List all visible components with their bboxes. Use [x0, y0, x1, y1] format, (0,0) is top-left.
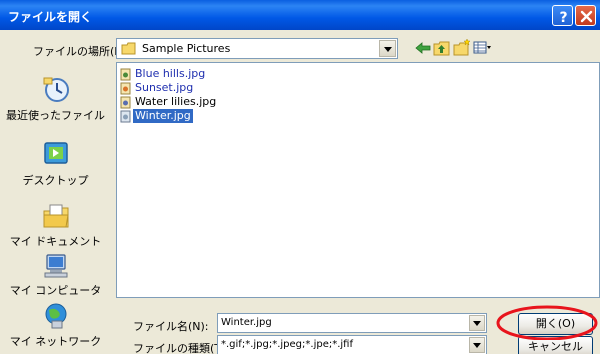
image-file-icon — [120, 110, 131, 123]
filetype-value: *.gif;*.jpg;*.jpeg;*.jpe;*.jfif — [221, 339, 353, 350]
look-in-label: ファイルの場所(I): — [33, 45, 126, 58]
title-bar: ファイルを開く ? — [0, 0, 600, 30]
help-button[interactable]: ? — [552, 5, 573, 26]
filename-input[interactable]: Winter.jpg — [217, 313, 487, 333]
up-folder-icon[interactable] — [432, 38, 452, 58]
help-icon: ? — [559, 10, 567, 26]
back-icon[interactable] — [413, 38, 433, 58]
close-icon — [580, 10, 593, 23]
image-file-icon — [120, 82, 131, 95]
window-title: ファイルを開く — [8, 10, 93, 24]
my-computer-icon — [44, 254, 67, 278]
image-file-icon — [120, 68, 131, 81]
filetype-label: ファイルの種類(T): — [133, 342, 230, 354]
filename-label: ファイル名(N): — [133, 320, 209, 333]
look-in-value: Sample Pictures — [142, 42, 231, 55]
place-my-computer[interactable]: マイ コンピュータ — [0, 253, 111, 298]
place-recent[interactable]: 最近使ったファイル — [0, 72, 111, 123]
cancel-button[interactable]: キャンセル — [518, 336, 593, 354]
my-documents-icon — [43, 204, 69, 228]
my-network-icon — [45, 303, 66, 329]
filetype-select[interactable]: *.gif;*.jpg;*.jpeg;*.jpe;*.jfif — [217, 335, 487, 354]
chevron-down-icon — [473, 343, 481, 348]
folder-icon — [121, 42, 136, 55]
filename-dropdown-arrow[interactable] — [469, 315, 485, 331]
open-button[interactable]: 開く(O) — [518, 313, 593, 335]
desktop-icon — [43, 142, 68, 164]
place-my-documents[interactable]: マイ ドキュメント — [0, 202, 111, 249]
look-in-dropdown[interactable]: Sample Pictures — [116, 38, 398, 59]
new-folder-icon[interactable] — [452, 38, 472, 58]
svg-text:?: ? — [559, 10, 567, 26]
recent-icon — [43, 77, 69, 102]
look-in-dropdown-arrow[interactable] — [379, 40, 396, 57]
file-list[interactable]: Blue hills.jpg Sunset.jpg Water lilies.j… — [116, 62, 600, 298]
filename-value: Winter.jpg — [221, 317, 272, 328]
chevron-down-icon — [473, 321, 481, 326]
place-desktop[interactable]: デスクトップ — [0, 139, 111, 188]
places-bar: 最近使ったファイル デスクトップ マイ ドキュメント マイ コンピュータ マイ … — [0, 62, 111, 354]
filetype-dropdown-arrow[interactable] — [469, 337, 485, 353]
views-menu-icon[interactable] — [472, 38, 492, 58]
close-button[interactable] — [575, 5, 596, 26]
image-file-icon — [120, 96, 131, 109]
chevron-down-icon — [384, 47, 392, 52]
place-my-network[interactable]: マイ ネットワーク — [0, 302, 111, 349]
